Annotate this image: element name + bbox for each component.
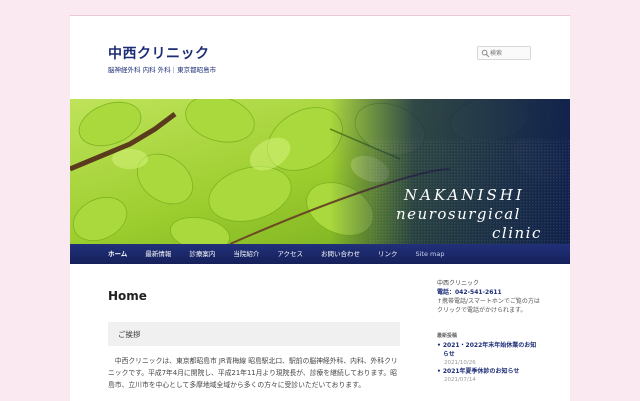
- bullet-icon: •: [437, 368, 441, 375]
- search-input[interactable]: [490, 48, 528, 58]
- sidebar-phone-link[interactable]: 電話：042-541-2611: [437, 288, 542, 297]
- nav-item-services[interactable]: 診療案内: [180, 244, 224, 264]
- sidebar-news-item[interactable]: • 2021・2022年末年始休業のお知らせ: [437, 341, 542, 359]
- nav-item-home[interactable]: ホーム: [70, 244, 136, 264]
- sidebar-news-title[interactable]: 2021年夏季休診のお知らせ: [443, 367, 520, 376]
- sidebar-news-title[interactable]: 2021・2022年末年始休業のお知らせ: [443, 341, 542, 359]
- main-navigation: ホーム 最新情報 診療案内 当院紹介 アクセス お問い合わせ リンク Site …: [70, 244, 570, 264]
- sidebar-news-item[interactable]: • 2021年夏季休診のお知らせ: [437, 367, 542, 376]
- site-title[interactable]: 中西クリニック: [108, 43, 210, 63]
- search-box[interactable]: [477, 46, 531, 60]
- nav-item-about[interactable]: 当院紹介: [224, 244, 268, 264]
- header-banner-image: NAKANISHI neurosurgical clinic: [70, 99, 570, 244]
- search-icon: [481, 49, 490, 58]
- sidebar-news-heading: 最新投稿: [437, 333, 458, 339]
- banner-text-line1: NAKANISHI: [403, 186, 525, 204]
- greeting-paragraph: 中西クリニックは、東京都昭島市 JR青梅線 昭島駅北口、駅前の脳神経外科、内科、…: [108, 357, 398, 389]
- nav-item-access[interactable]: アクセス: [268, 244, 312, 264]
- banner-text-line2: neurosurgical: [396, 205, 521, 223]
- nav-item-sitemap[interactable]: Site map: [407, 244, 454, 264]
- bullet-icon: •: [437, 342, 441, 349]
- nav-item-contact[interactable]: お問い合わせ: [312, 244, 369, 264]
- nav-item-news[interactable]: 最新情報: [136, 244, 180, 264]
- banner-text-line3: clinic: [492, 224, 542, 242]
- sidebar-clinic-name: 中西クリニック: [437, 280, 480, 287]
- greeting-text: 中西クリニックは、東京都昭島市 JR青梅線 昭島駅北口、駅前の脳神経外科、内科、…: [108, 355, 400, 391]
- site-description: 脳神経外科 内科 外科｜東京都昭島市: [108, 66, 217, 74]
- page-title: Home: [108, 289, 147, 303]
- sidebar-phone-note: ↑携帯電話/スマートホンでご覧の方はクリックで電話がかけられます。: [437, 298, 540, 314]
- greeting-section-title: ご挨拶: [118, 330, 141, 339]
- page-container: 中西クリニック 脳神経外科 内科 外科｜東京都昭島市 検索 NAKANISHI …: [70, 15, 570, 401]
- sidebar-news-date: 2021/10/26: [444, 360, 476, 366]
- nav-item-links[interactable]: リンク: [369, 244, 407, 264]
- sidebar-news-date: 2021/07/14: [444, 377, 476, 383]
- greeting-section-header: ご挨拶: [108, 322, 400, 346]
- sidebar: 中西クリニック 電話：042-541-2611 ↑携帯電話/スマートホンでご覧の…: [437, 279, 542, 384]
